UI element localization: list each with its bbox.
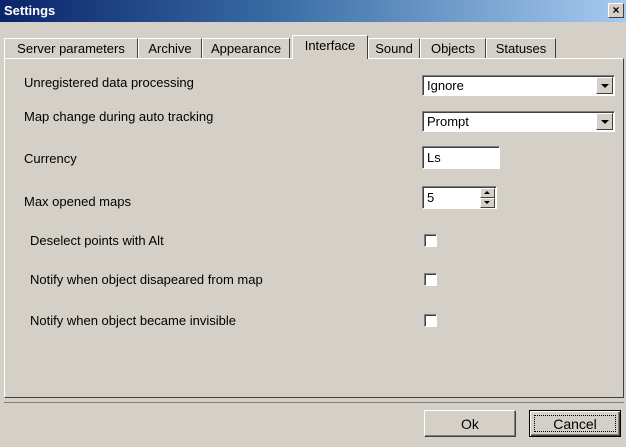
tab-interface[interactable]: Interface bbox=[292, 35, 368, 59]
tab-label: Sound bbox=[375, 41, 413, 56]
map-change-value: Prompt bbox=[427, 114, 469, 129]
focus-rect bbox=[534, 415, 616, 432]
max-maps-label: Max opened maps bbox=[24, 194, 131, 209]
spin-down-icon[interactable] bbox=[480, 198, 495, 208]
ok-label: Ok bbox=[461, 416, 479, 432]
window-title: Settings bbox=[4, 3, 56, 18]
tab-server-parameters[interactable]: Server parameters bbox=[4, 38, 138, 58]
tab-label: Objects bbox=[430, 41, 476, 56]
max-maps-stepper[interactable]: 5 bbox=[422, 186, 497, 209]
currency-label: Currency bbox=[24, 151, 77, 166]
title-bar[interactable]: Settings × bbox=[0, 0, 626, 22]
cancel-button[interactable]: Cancel bbox=[529, 410, 621, 437]
tab-objects[interactable]: Objects bbox=[420, 38, 486, 58]
close-button[interactable]: × bbox=[608, 3, 624, 18]
tab-archive[interactable]: Archive bbox=[138, 38, 202, 58]
tab-appearance[interactable]: Appearance bbox=[202, 38, 290, 58]
ok-button[interactable]: Ok bbox=[424, 410, 516, 437]
map-change-label: Map change during auto tracking bbox=[24, 109, 214, 124]
tab-statuses[interactable]: Statuses bbox=[486, 38, 556, 58]
unregistered-label: Unregistered data processing bbox=[24, 75, 194, 90]
unregistered-select[interactable]: Ignore bbox=[422, 75, 615, 96]
tab-label: Appearance bbox=[210, 41, 282, 56]
chevron-down-icon[interactable] bbox=[596, 113, 613, 130]
unregistered-value: Ignore bbox=[427, 78, 464, 93]
tab-label: Interface bbox=[304, 38, 356, 53]
settings-window: Settings × Server parameters Archive App… bbox=[0, 0, 626, 447]
close-icon: × bbox=[612, 3, 620, 17]
tab-label: Archive bbox=[148, 41, 192, 56]
tab-sound[interactable]: Sound bbox=[368, 38, 420, 58]
deselect-alt-checkbox[interactable] bbox=[424, 234, 437, 247]
tab-strip: Server parameters Archive Appearance Int… bbox=[0, 23, 626, 59]
tab-label: Server parameters bbox=[17, 41, 125, 56]
deselect-alt-label: Deselect points with Alt bbox=[30, 233, 164, 248]
currency-input[interactable]: Ls bbox=[422, 146, 500, 169]
spin-up-icon[interactable] bbox=[480, 188, 495, 198]
divider bbox=[4, 402, 624, 403]
notify-invisible-label: Notify when object became invisible bbox=[30, 313, 236, 328]
notify-disappeared-checkbox[interactable] bbox=[424, 273, 437, 286]
tab-label: Statuses bbox=[495, 41, 547, 56]
map-change-select[interactable]: Prompt bbox=[422, 111, 615, 132]
notify-invisible-checkbox[interactable] bbox=[424, 314, 437, 327]
max-maps-value: 5 bbox=[427, 190, 435, 205]
notify-disappeared-label: Notify when object disapeared from map bbox=[30, 272, 263, 287]
chevron-down-icon[interactable] bbox=[596, 77, 613, 94]
